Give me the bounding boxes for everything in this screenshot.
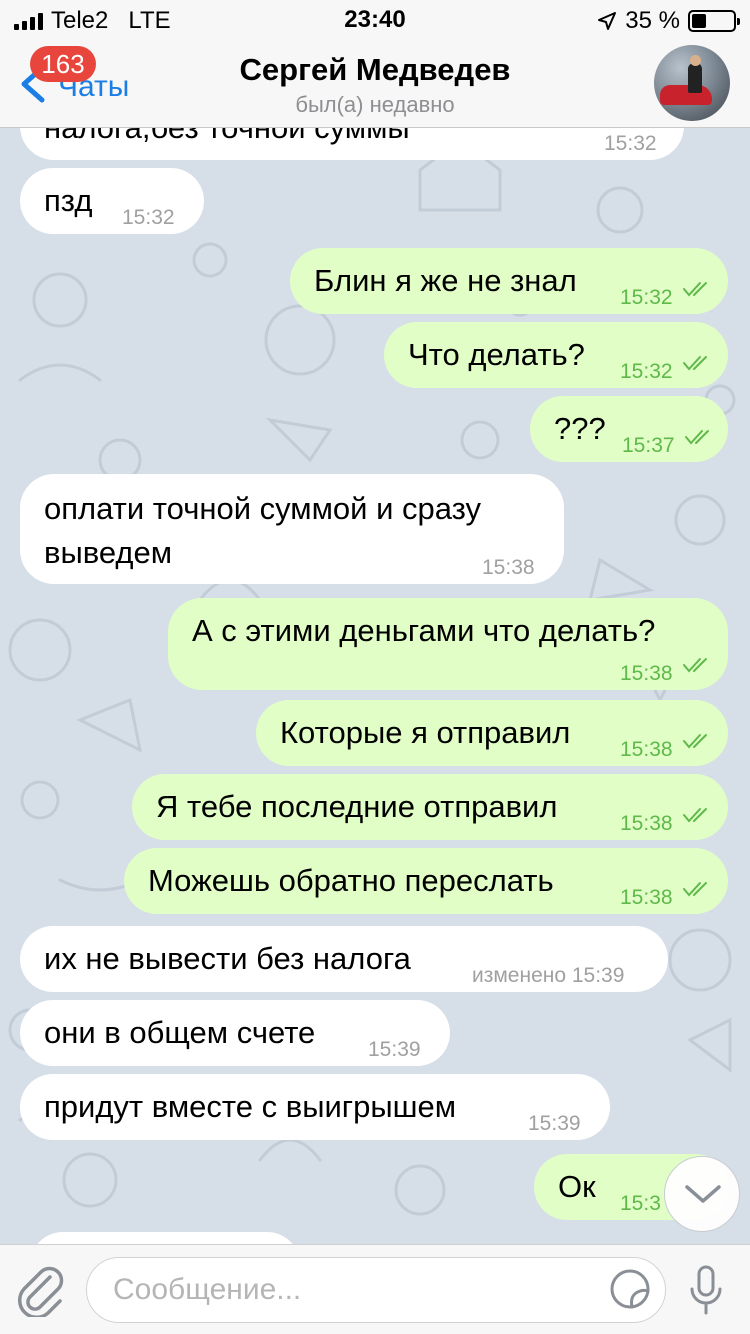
message-bubble[interactable]: они в общем счете 15:39 [20,1000,450,1066]
avatar-car [660,85,712,105]
message-bubble[interactable]: ??? 15:37 [530,396,728,462]
status-bar: Tele2 LTE 23:40 35 % [0,0,750,40]
avatar-head [690,55,701,66]
location-arrow-icon [598,12,617,30]
sticker-icon[interactable] [608,1267,652,1311]
battery-icon [688,10,740,32]
paperclip-icon[interactable] [16,1263,66,1317]
message-bubble[interactable]: их не вывести без налога изменено 15:39 [20,926,668,992]
message-text: Ок [558,1169,596,1204]
double-check-icon [683,882,707,897]
last-seen-status: был(а) недавно [295,92,455,117]
message-time: 15:3 [620,1192,661,1215]
message-bubble[interactable]: налога,без точной суммы 15:32 [20,128,684,160]
message-bubble[interactable]: придут вместе с выигрышем 15:39 [20,1074,610,1140]
double-check-icon [683,658,707,673]
message-text: ??? [554,411,606,446]
message-text: Которые я отправил [280,715,571,750]
message-bubble[interactable]: Блин я же не знал 15:32 [290,248,728,314]
message-text: А с этими деньгами что делать? [192,613,656,648]
battery-level [692,14,706,28]
message-text: Что делать? [408,337,585,372]
message-bubble[interactable]: А с этими деньгами что делать? 15:38 [168,598,728,690]
double-check-icon [683,282,707,297]
message-time: 15:38 [620,662,673,685]
chat-header: Чаты 163 Сергей Медведев был(а) недавно [0,40,750,128]
message-bubble[interactable]: Которые я отправил 15:38 [256,700,728,766]
message-input[interactable] [86,1257,666,1323]
double-check-icon [683,734,707,749]
message-bubble-partial[interactable] [30,1232,300,1244]
message-text: Блин я же не знал [314,263,577,298]
message-text: Можешь обратно переслать [148,863,554,898]
message-time: 15:38 [482,556,535,579]
message-time: 15:37 [622,434,675,457]
message-time: 15:39 [528,1112,581,1135]
message-bubble[interactable]: Можешь обратно переслать 15:38 [124,848,728,914]
microphone-icon[interactable] [688,1263,724,1319]
message-edited-time: изменено 15:39 [472,964,625,987]
message-bubble[interactable]: пзд 15:32 [20,168,204,234]
scroll-to-bottom-button[interactable] [664,1156,740,1232]
battery-percent: 35 % [625,7,680,34]
message-list[interactable]: налога,без точной суммы 15:32 пзд 15:32 … [0,128,750,1244]
message-text: пзд [44,183,93,218]
message-text: оплати точной суммой и сразу выведем [44,491,482,570]
message-time: 15:39 [368,1038,421,1061]
status-right: 35 % [597,7,740,35]
double-check-icon [683,356,707,371]
avatar-person [688,63,702,93]
message-time: 15:38 [620,738,673,761]
chat-title[interactable]: Сергей Медведев [0,52,750,88]
message-bubble[interactable]: Что делать? 15:32 [384,322,728,388]
message-time: 15:38 [620,812,673,835]
message-time: 15:32 [604,132,657,155]
message-time: 15:32 [620,360,673,383]
message-composer [0,1244,750,1334]
double-check-icon [683,808,707,823]
avatar[interactable] [654,45,730,121]
message-bubble[interactable]: Я тебе последние отправил 15:38 [132,774,728,840]
message-bubble[interactable]: оплати точной суммой и сразу выведем 15:… [20,474,564,584]
message-time: 15:38 [620,886,673,909]
message-text: их не вывести без налога [44,941,411,976]
message-text: они в общем счете [44,1015,316,1050]
message-text: налога,без точной суммы [44,128,410,148]
double-check-icon [685,430,709,445]
chevron-down-icon [685,1185,721,1203]
message-time: 15:32 [122,206,175,229]
message-text: придут вместе с выигрышем [44,1089,457,1124]
message-text: Я тебе последние отправил [156,789,558,824]
message-time: 15:32 [620,286,673,309]
